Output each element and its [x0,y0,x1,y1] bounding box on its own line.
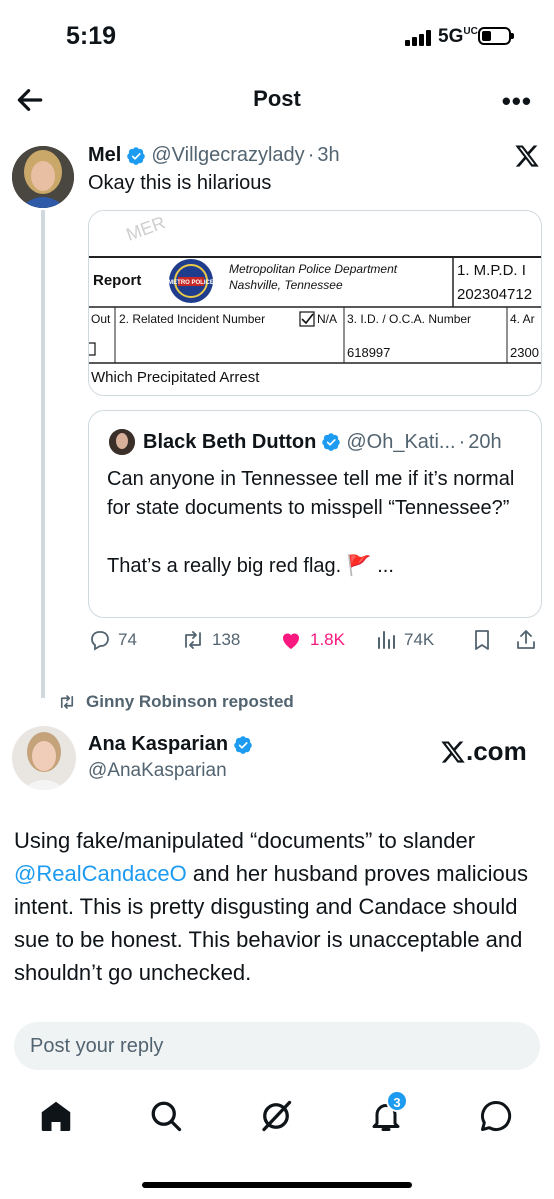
col-na: N/A [317,312,337,326]
quote-avatar [109,429,135,455]
mpd-label: 1. M.P.D. I [457,262,526,279]
grok-icon [262,1100,292,1132]
dept-line1: Metropolitan Police Department [229,262,398,276]
repost-icon [185,631,201,649]
like-button[interactable]: 1.8K [278,628,345,652]
quote-text-line1: Can anyone in Tennessee tell me if it’s … [107,468,515,519]
nav-search[interactable] [148,1098,184,1134]
police-report-image: METRO POLICE Report Metropolitan Police … [89,211,541,395]
home-indicator [142,1182,412,1188]
repost-count: 138 [212,630,241,649]
reply-icon [91,631,109,651]
id-value: 618997 [347,345,390,360]
network-indicator: 5GUC [438,26,478,48]
repost-author-row: Ana Kasparian [88,733,258,756]
quote-author-handle: @Oh_Kati... [346,430,456,453]
col-out: Out [91,312,111,326]
author-handle[interactable]: @Villgecrazylady [151,144,304,167]
verified-badge-icon [322,433,341,451]
post-image[interactable]: METRO POLICE Report Metropolitan Police … [88,210,542,396]
col-id: 3. I.D. / O.C.A. Number [347,312,471,326]
avatar[interactable] [12,726,76,790]
reply-button[interactable]: 74 [88,628,137,652]
source-text: .com [466,736,527,766]
time-separator: · [307,144,315,166]
action-bar: 74 138 1.8K 74K [88,628,544,658]
share-icon [517,630,535,649]
mpd-number: 202304712 [457,286,532,303]
nav-grok[interactable] [258,1098,294,1134]
x-logo-icon [441,740,465,763]
quote-author-name: Black Beth Dutton [143,430,317,453]
views-button[interactable]: 74K [374,628,434,652]
col4-value: 2300 [510,345,539,360]
avatar-image [12,726,76,790]
avatar-image [12,146,74,208]
repost-button[interactable]: 138 [180,628,240,652]
x-com-logo: .com [440,736,527,767]
signal-icon [405,30,431,46]
bottom-nav: 3 [0,1090,554,1142]
seal-text: METRO POLICE [168,280,214,286]
post-author-row: Mel @Villgecrazylady · 3h [88,144,340,167]
more-button[interactable]: ••• [502,86,532,117]
reply-input[interactable]: Post your reply [14,1022,540,1070]
views-count: 74K [404,630,435,649]
bottom-text: Which Precipitated Arrest [91,369,260,386]
repost-text: Using fake/manipulated “documents” to sl… [14,824,544,989]
like-count: 1.8K [310,630,345,649]
reply-count: 74 [118,630,137,649]
quote-text-line2: That’s a really big red flag. 🚩 ... [107,555,394,577]
reposted-by: Ginny Robinson reposted [86,692,294,711]
heart-icon [283,633,299,649]
author-name[interactable]: Mel [88,144,121,167]
network-label: 5G [438,26,464,47]
bookmark-button[interactable] [470,628,500,652]
repost-author-handle[interactable]: @AnaKasparian [88,760,227,782]
repost-text-before: Using fake/manipulated “documents” to sl… [14,828,476,853]
quote-author-row: Black Beth Dutton @Oh_Kati... · 20h [109,429,502,455]
quote-time-separator: · [458,430,466,453]
quote-time: 20h [468,430,502,453]
repost-icon [60,695,74,709]
verified-badge-icon [234,735,252,754]
dept-line2: Nashville, Tennessee [229,278,343,292]
search-icon [151,1101,182,1132]
nav-home[interactable] [38,1098,74,1134]
col-4: 4. Ar [510,312,535,326]
views-icon [378,631,395,649]
status-time: 5:19 [66,22,117,50]
home-icon [41,1101,71,1131]
col-related: 2. Related Incident Number [119,312,265,326]
quote-text: Can anyone in Tennessee tell me if it’s … [107,465,527,581]
post-text: Okay this is hilarious [88,172,272,194]
network-suffix: UC [463,26,478,37]
share-button[interactable] [514,628,544,652]
report-label: Report [93,272,141,289]
repost-indicator[interactable]: Ginny Robinson reposted [56,692,294,712]
repost-author-name[interactable]: Ana Kasparian [88,733,228,756]
battery-icon [478,27,514,45]
mention-link[interactable]: @RealCandaceO [14,861,187,886]
x-logo-icon [515,145,539,167]
quoted-post[interactable]: Black Beth Dutton @Oh_Kati... · 20h Can … [88,410,542,618]
status-bar: 5:19 5GUC [0,0,554,72]
header: Post ••• [0,72,554,128]
nav-notifications[interactable]: 3 [368,1090,408,1134]
page-title: Post [253,86,301,111]
avatar[interactable] [12,146,74,208]
post-time: 3h [317,144,340,166]
bookmark-icon [475,630,489,650]
verified-badge-icon [127,146,146,165]
notification-badge: 3 [386,1090,408,1112]
nav-messages[interactable] [478,1098,514,1134]
thread-line [41,210,45,698]
messages-icon [481,1100,512,1131]
